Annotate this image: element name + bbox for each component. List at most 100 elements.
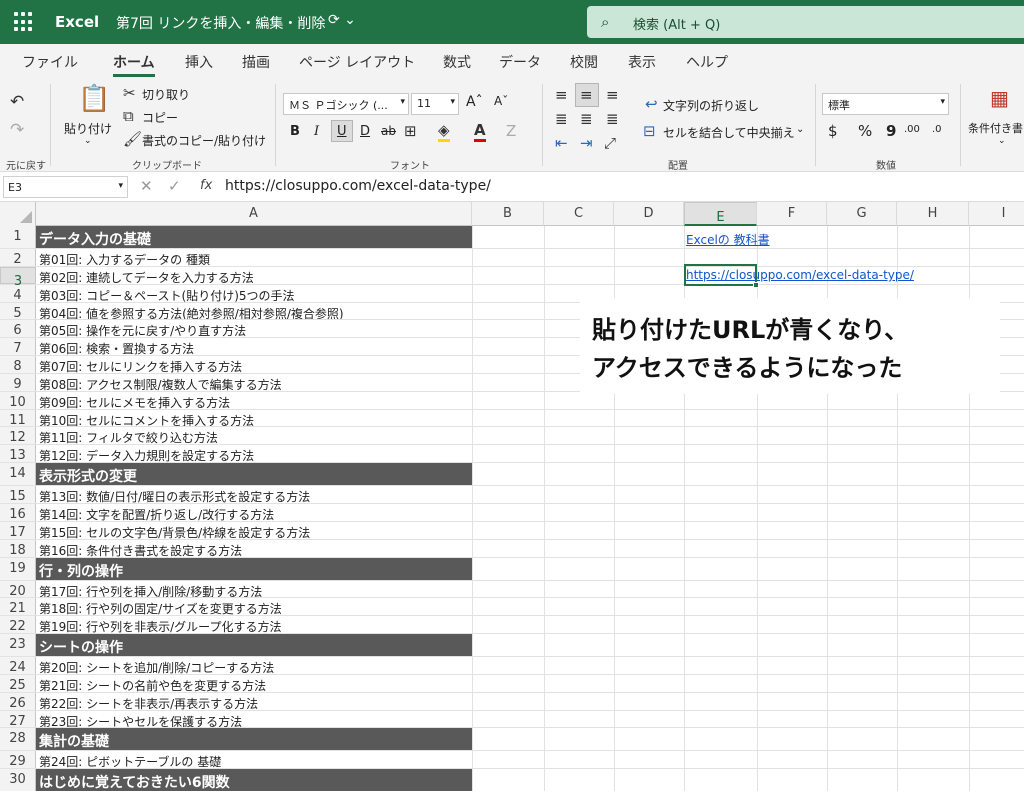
number-format-select[interactable]: 標準 ▾ xyxy=(822,93,949,115)
lesson-cell[interactable]: 第11回: フィルタで絞り込む方法 xyxy=(36,427,472,444)
section-header-cell[interactable]: はじめに覚えておきたい6関数 xyxy=(36,769,472,791)
row-header[interactable]: 27 xyxy=(0,710,36,729)
merge-center-button[interactable]: セルを結合して中央揃え xyxy=(663,124,795,141)
font-color-icon[interactable]: A xyxy=(474,121,486,142)
column-header-f[interactable]: F xyxy=(757,202,827,226)
format-painter-icon[interactable]: 🖌 xyxy=(123,130,142,148)
fill-color-icon[interactable]: ◈ xyxy=(438,121,450,142)
row-header[interactable]: 14 xyxy=(0,463,36,486)
row-header[interactable]: 5 xyxy=(0,302,36,321)
row-header[interactable]: 19 xyxy=(0,557,36,580)
grow-font-button[interactable]: Aˆ xyxy=(466,94,483,110)
lesson-cell[interactable]: 第15回: セルの文字色/背景色/枠線を設定する方法 xyxy=(36,522,472,539)
worksheet-grid[interactable]: ABCDEFGHI 1 データ入力の基礎 2 第01回: 入力するデータの 種類 3 第0… xyxy=(0,202,1024,791)
double-underline-button[interactable]: D xyxy=(360,124,370,139)
lesson-cell[interactable]: 第01回: 入力するデータの 種類 xyxy=(36,249,472,266)
lesson-cell[interactable]: 第14回: 文字を配置/折り返し/改行する方法 xyxy=(36,504,472,521)
row-header[interactable]: 21 xyxy=(0,598,36,616)
section-header-cell[interactable]: データ入力の基礎 xyxy=(36,226,472,248)
column-header-g[interactable]: G xyxy=(827,202,897,226)
lesson-cell[interactable]: 第05回: 操作を元に戻す/やり直す方法 xyxy=(36,320,472,337)
lesson-cell[interactable]: 第24回: ピボットテーブルの 基礎 xyxy=(36,751,472,768)
paste-icon[interactable]: 📋 xyxy=(78,84,110,114)
row-header[interactable]: 6 xyxy=(0,320,36,338)
row-header[interactable]: 17 xyxy=(0,521,36,540)
enter-icon[interactable]: ✓ xyxy=(168,177,181,195)
increase-indent-icon[interactable]: ⇥ xyxy=(580,134,593,152)
lesson-cell[interactable]: 第23回: シートやセルを保護する方法 xyxy=(36,711,472,728)
increase-decimal-button[interactable]: .00 xyxy=(904,124,920,135)
merge-dropdown-icon[interactable]: ⌄ xyxy=(796,124,804,135)
align-top-icon[interactable]: ≡ xyxy=(555,86,568,104)
shrink-font-button[interactable]: Aˇ xyxy=(494,94,508,108)
lesson-cell[interactable]: 第16回: 条件付き書式を設定する方法 xyxy=(36,540,472,557)
row-header[interactable]: 9 xyxy=(0,373,36,392)
tab-9[interactable]: ヘルプ xyxy=(686,52,728,72)
name-box[interactable]: E3 ▾ xyxy=(3,176,128,198)
lesson-cell[interactable]: 第21回: シートの名前や色を変更する方法 xyxy=(36,675,472,692)
paste-dropdown-icon[interactable]: ⌄ xyxy=(84,136,92,146)
align-middle-icon[interactable]: ≡ xyxy=(580,86,593,104)
section-header-cell[interactable]: シートの操作 xyxy=(36,634,472,657)
row-header[interactable]: 28 xyxy=(0,728,36,751)
merge-center-icon[interactable]: ⊟ xyxy=(643,122,656,140)
row-header[interactable]: 20 xyxy=(0,580,36,599)
lesson-cell[interactable]: 第20回: シートを追加/削除/コピーする方法 xyxy=(36,657,472,674)
lesson-cell[interactable]: 第10回: セルにコメントを挿入する方法 xyxy=(36,410,472,427)
column-header-a[interactable]: A xyxy=(36,202,472,226)
align-center-icon[interactable]: ≣ xyxy=(580,110,593,128)
insert-function-button[interactable]: fx xyxy=(200,178,212,193)
lesson-cell[interactable]: 第12回: データ入力規則を設定する方法 xyxy=(36,445,472,462)
row-header[interactable]: 16 xyxy=(0,503,36,522)
lesson-cell[interactable]: 第03回: コピー＆ペースト(貼り付け)5つの手法 xyxy=(36,285,472,302)
lesson-cell[interactable]: 第04回: 値を参照する方法(絶対参照/相対参照/複合参照) xyxy=(36,303,472,320)
borders-icon[interactable]: ⊞ xyxy=(404,122,417,140)
undo-icon[interactable]: ↶ xyxy=(10,92,24,112)
row-header[interactable]: 10 xyxy=(0,391,36,410)
hyperlink-cell-e1[interactable]: Excelの 教科書 xyxy=(686,231,770,248)
currency-button[interactable]: $ xyxy=(828,122,838,140)
section-header-cell[interactable]: 集計の基礎 xyxy=(36,728,472,751)
row-header[interactable]: 12 xyxy=(0,427,36,445)
tab-0[interactable]: ファイル xyxy=(22,52,78,72)
conditional-dropdown-icon[interactable]: ⌄ xyxy=(998,136,1006,146)
align-right-icon[interactable]: ≣ xyxy=(606,110,619,128)
row-header[interactable]: 18 xyxy=(0,539,36,558)
select-all-button[interactable] xyxy=(0,202,36,226)
row-header[interactable]: 25 xyxy=(0,674,36,693)
column-header-e[interactable]: E xyxy=(684,202,757,226)
row-header[interactable]: 30 xyxy=(0,769,36,791)
lesson-cell[interactable]: 第07回: セルにリンクを挿入する方法 xyxy=(36,356,472,373)
lesson-cell[interactable]: 第08回: アクセス制限/複数人で編集する方法 xyxy=(36,374,472,391)
row-header[interactable]: 11 xyxy=(0,409,36,428)
lesson-cell[interactable]: 第02回: 連続してデータを入力する方法 xyxy=(36,267,472,284)
row-header[interactable]: 2 xyxy=(0,249,36,267)
row-header[interactable]: 3 xyxy=(0,266,36,289)
column-header-d[interactable]: D xyxy=(614,202,684,226)
fill-handle[interactable] xyxy=(753,282,759,288)
cut-icon[interactable]: ✂ xyxy=(123,84,136,102)
font-name-select[interactable]: ＭＳ Ｐゴシック (... ▾ xyxy=(283,93,409,115)
lesson-cell[interactable]: 第18回: 行や列の固定/サイズを変更する方法 xyxy=(36,598,472,615)
tab-1[interactable]: ホーム xyxy=(113,52,155,72)
row-header[interactable]: 23 xyxy=(0,634,36,657)
tab-4[interactable]: ページ レイアウト xyxy=(299,52,415,72)
tab-2[interactable]: 挿入 xyxy=(185,52,213,72)
row-header[interactable]: 26 xyxy=(0,692,36,711)
cancel-icon[interactable]: ✕ xyxy=(140,177,153,195)
bold-button[interactable]: B xyxy=(290,124,300,139)
row-header[interactable]: 1 xyxy=(0,226,36,248)
document-title[interactable]: 第7回 リンクを挿入・編集・削除 xyxy=(116,13,325,33)
tab-8[interactable]: 表示 xyxy=(628,52,656,72)
orientation-icon[interactable]: ⤢ xyxy=(604,134,616,152)
column-header-h[interactable]: H xyxy=(897,202,969,226)
search-box[interactable]: ⌕ 検索 (Alt + Q) xyxy=(587,6,1024,38)
row-header[interactable]: 29 xyxy=(0,751,36,769)
conditional-format-button[interactable]: 条件付き書 xyxy=(968,120,1023,136)
tab-5[interactable]: 数式 xyxy=(443,52,471,72)
column-header-i[interactable]: I xyxy=(969,202,1024,226)
lesson-cell[interactable]: 第22回: シートを非表示/再表示する方法 xyxy=(36,693,472,710)
lesson-cell[interactable]: 第09回: セルにメモを挿入する方法 xyxy=(36,392,472,409)
row-header[interactable]: 8 xyxy=(0,356,36,374)
column-header-c[interactable]: C xyxy=(544,202,614,226)
